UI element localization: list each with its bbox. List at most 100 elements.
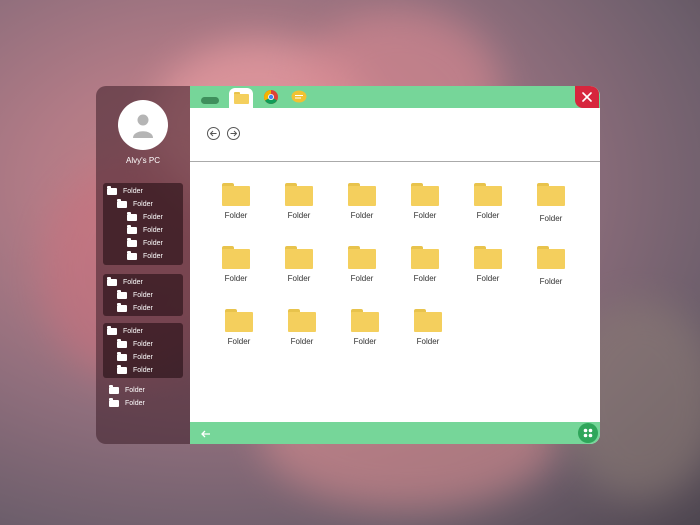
tree-item-label: Folder [133,304,153,312]
folder-item[interactable]: Folder [217,309,261,346]
folder-item[interactable]: Folder [340,183,384,220]
folder-icon [117,289,127,299]
back-button[interactable] [207,127,220,140]
folder-icon [107,185,117,195]
arrow-left-circle-icon [209,130,217,137]
tree-item-label: Folder [133,353,153,361]
tree-item-label: Folder [133,291,153,299]
folder-label: Folder [287,274,311,283]
folder-icon [537,246,565,269]
folder-item[interactable]: Folder [406,309,450,346]
tree-item-label: Folder [143,226,163,234]
folder-item[interactable]: Folder [214,183,258,220]
folder-icon [109,397,119,407]
folder-icon [107,276,117,286]
tree-item[interactable]: Folder [127,211,163,223]
folder-label: Folder [413,274,437,283]
arrow-left-icon [201,430,210,438]
user-icon [133,114,153,138]
tree-item[interactable]: Folder [117,289,153,301]
folder-item[interactable]: Folder [529,246,573,286]
chrome-icon [264,90,278,104]
folder-label: Folder [227,337,251,346]
tree-item[interactable]: Folder [127,250,163,262]
tree-item-label: Folder [143,239,163,247]
tree-item[interactable]: Folder [117,302,153,314]
bottom-bar [190,422,600,444]
tree-item[interactable]: Folder [127,224,163,236]
folder-label: Folder [350,274,374,283]
tree-item[interactable]: Folder [109,397,145,409]
folder-label: Folder [539,277,563,286]
tree-item-label: Folder [123,187,143,195]
folder-item[interactable]: Folder [214,246,258,283]
tree-item-label: Folder [143,213,163,221]
folder-item[interactable]: Folder [277,246,321,283]
folder-icon [117,198,127,208]
folder-icon [117,302,127,312]
folder-item[interactable]: Folder [403,246,447,283]
folder-label: Folder [224,274,248,283]
folder-icon [285,183,313,206]
folder-label: Folder [287,211,311,220]
apps-button[interactable] [578,423,598,443]
tab-chat[interactable] [291,90,307,109]
tab-browser[interactable] [264,90,278,109]
tree-item-label: Folder [125,399,145,407]
folder-item[interactable]: Folder [403,183,447,220]
folder-item[interactable]: Folder [280,309,324,346]
folder-label: Folder [539,214,563,223]
folder-icon [117,364,127,374]
tree-item[interactable]: Folder [117,364,153,376]
folder-label: Folder [416,337,440,346]
tab-files[interactable] [229,88,253,108]
folder-label: Folder [350,211,374,220]
folder-item[interactable]: Folder [277,183,321,220]
folder-icon [411,246,439,269]
chat-icon [291,90,307,103]
arrow-right-circle-icon [230,130,238,137]
folder-icon [537,183,565,206]
folder-label: Folder [353,337,377,346]
avatar[interactable] [118,100,168,150]
tab-cloud[interactable] [200,92,220,110]
folder-item[interactable]: Folder [466,246,510,283]
folder-icon [411,183,439,206]
tree-item[interactable]: Folder [107,185,143,197]
tree-item-label: Folder [123,327,143,335]
folder-item[interactable]: Folder [529,183,573,223]
bottom-back-button[interactable] [200,427,214,439]
folder-tree-group: Folder Folder Folder [103,274,183,316]
pc-name: Alvy's PC [126,156,160,165]
folder-icon [288,309,316,332]
folder-item[interactable]: Folder [343,309,387,346]
folder-icon [222,246,250,269]
close-icon [582,92,592,102]
folder-icon [414,309,442,332]
tree-item-label: Folder [123,278,143,286]
tree-item[interactable]: Folder [117,351,153,363]
folder-label: Folder [476,211,500,220]
folder-item[interactable]: Folder [466,183,510,220]
folder-label: Folder [224,211,248,220]
tree-item[interactable]: Folder [117,338,153,350]
tree-item[interactable]: Folder [127,237,163,249]
tree-item-label: Folder [133,366,153,374]
close-button[interactable] [575,86,599,108]
folder-icon [285,246,313,269]
folder-label: Folder [413,211,437,220]
folder-icon [127,237,137,247]
folder-icon [127,224,137,234]
folder-icon [351,309,379,332]
folder-icon [107,325,117,335]
tree-item[interactable]: Folder [109,384,145,396]
folder-icon [474,183,502,206]
tree-item[interactable]: Folder [117,198,153,210]
folder-item[interactable]: Folder [340,246,384,283]
folder-tree-group: Folder Folder [103,384,183,412]
sidebar: Alvy's PC Folder Folder Folder Folder Fo… [96,86,190,444]
divider [190,161,600,162]
tree-item[interactable]: Folder [107,325,143,337]
forward-button[interactable] [227,127,240,140]
tree-item[interactable]: Folder [107,276,143,288]
